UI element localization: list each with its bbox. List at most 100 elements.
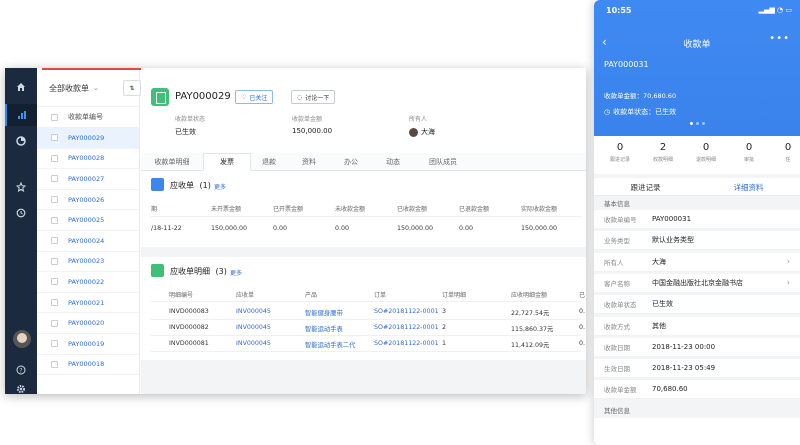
column-header: 已: [579, 292, 586, 299]
list-item[interactable]: PAY000019: [37, 334, 139, 355]
tab-team[interactable]: 团队成员: [415, 153, 471, 171]
tab-materials[interactable]: 资料: [287, 153, 331, 171]
tab-activity[interactable]: 动态: [371, 153, 415, 171]
detail-row[interactable]: 客户名称 中国金融出版社北京金融书店 ›: [594, 273, 800, 293]
list-item-id[interactable]: PAY000028: [68, 154, 104, 162]
tab-details[interactable]: 详细资料: [697, 178, 800, 197]
detail-row[interactable]: 所有人 大海 ›: [594, 252, 800, 272]
column-header: 实际收款金额: [521, 206, 558, 213]
table-cell: 115,860.37元: [511, 326, 554, 333]
table-link[interactable]: INV000045: [236, 308, 271, 315]
receivable-more-link[interactable]: 更多: [214, 182, 226, 191]
list-item[interactable]: PAY000026: [37, 190, 139, 211]
list-item[interactable]: PAY000029: [37, 128, 139, 149]
tab-follow-records[interactable]: 跟进记录: [594, 178, 697, 196]
stat-item[interactable]: 0 跟进记录: [604, 142, 636, 163]
list-item-id[interactable]: PAY000025: [68, 216, 104, 224]
pie-chart-icon[interactable]: [5, 130, 37, 152]
detail-value: 已生效: [652, 300, 673, 309]
follow-button[interactable]: ♡ 已关注: [235, 90, 274, 104]
select-all-checkbox[interactable]: [51, 113, 58, 121]
list-item[interactable]: PAY000028: [37, 149, 139, 170]
user-avatar[interactable]: [13, 330, 31, 348]
table-link[interactable]: 智能运动手表: [305, 324, 343, 333]
list-item[interactable]: PAY000024: [37, 231, 139, 252]
column-header: 未收款金额: [335, 206, 366, 213]
list-item-id[interactable]: PAY000021: [68, 299, 104, 307]
tab-refund[interactable]: 退款: [251, 153, 287, 171]
table-cell: INVD000082: [169, 324, 209, 331]
table-link[interactable]: SO#20181122-0001: [374, 340, 439, 347]
column-header: 已退款金额: [459, 206, 490, 213]
chevron-right-icon[interactable]: ›: [787, 257, 790, 266]
row-checkbox[interactable]: [51, 175, 58, 183]
list-item[interactable]: PAY000022: [37, 272, 139, 293]
row-checkbox[interactable]: [51, 237, 58, 245]
chat-icon: ◌: [297, 93, 303, 101]
column-header: 已收款金额: [397, 206, 428, 213]
field-value-status: 已生效: [175, 128, 196, 136]
more-menu-icon[interactable]: •••: [769, 33, 790, 44]
column-header: 期: [151, 206, 158, 213]
table-link[interactable]: INV000045: [236, 324, 271, 331]
list-item-id[interactable]: PAY000020: [68, 319, 104, 327]
bar-chart-icon[interactable]: [5, 104, 37, 126]
tab-office[interactable]: 办公: [331, 153, 371, 171]
table-link[interactable]: 智能运动手表二代: [305, 340, 355, 349]
row-checkbox[interactable]: [51, 257, 58, 265]
row-checkbox[interactable]: [51, 340, 58, 348]
row-checkbox[interactable]: [51, 319, 58, 327]
list-item-id[interactable]: PAY000027: [68, 175, 104, 183]
list-item-id[interactable]: PAY000024: [68, 237, 104, 245]
list-rows: PAY000029 PAY000028 PAY000027 PAY000026 PAY0…: [37, 128, 139, 376]
list-item[interactable]: PAY000018: [37, 355, 139, 376]
column-header: 已开票金额: [273, 206, 304, 213]
row-checkbox[interactable]: [51, 134, 58, 142]
table-link[interactable]: 智能健身腰带: [305, 308, 343, 317]
discuss-button[interactable]: ◌ 讨论一下: [291, 90, 336, 104]
list-item-id[interactable]: PAY000019: [68, 340, 104, 348]
list-item-id[interactable]: PAY000029: [68, 134, 104, 142]
tab-invoice[interactable]: 发票: [203, 153, 251, 171]
detail-label: 客户名称: [604, 279, 630, 288]
list-item[interactable]: PAY000021: [37, 293, 139, 314]
list-item[interactable]: PAY000027: [37, 169, 139, 190]
sort-button[interactable]: ⇅: [123, 80, 141, 96]
list-item-id[interactable]: PAY000023: [68, 257, 104, 265]
detail-row: 收款日期 2018-11-23 00:00: [594, 337, 800, 357]
table-link[interactable]: SO#20181122-0001: [374, 308, 439, 315]
list-item-id[interactable]: PAY000026: [68, 196, 104, 204]
settings-icon[interactable]: [5, 378, 37, 394]
list-item[interactable]: PAY000025: [37, 210, 139, 231]
stat-item[interactable]: 0 审批: [733, 142, 765, 163]
status-time: 10:55: [606, 6, 632, 15]
row-checkbox[interactable]: [51, 196, 58, 204]
stat-item[interactable]: 0 退款明细: [690, 142, 722, 163]
row-checkbox[interactable]: [51, 360, 58, 368]
list-item-id[interactable]: PAY000022: [68, 278, 104, 286]
history-icon[interactable]: [5, 202, 37, 224]
detail-value: 默认业务类型: [652, 236, 694, 245]
list-filter-dropdown[interactable]: 全部收款单 ⌄ ⇅: [37, 70, 141, 107]
row-checkbox[interactable]: [51, 278, 58, 286]
home-icon[interactable]: [5, 76, 37, 98]
list-item-id[interactable]: PAY000018: [68, 360, 104, 368]
row-checkbox[interactable]: [51, 154, 58, 162]
field-value-owner: 大海: [409, 127, 435, 137]
divider: [151, 216, 581, 217]
list-item[interactable]: PAY000020: [37, 313, 139, 334]
table-cell: 0.: [579, 308, 586, 315]
row-checkbox[interactable]: [51, 216, 58, 224]
table-link[interactable]: INV000045: [236, 340, 271, 347]
list-item[interactable]: PAY000023: [37, 252, 139, 273]
receipt-icon: [151, 88, 169, 106]
stat-item[interactable]: 0任: [772, 142, 800, 163]
chevron-right-icon[interactable]: ›: [787, 278, 790, 287]
row-checkbox[interactable]: [51, 299, 58, 307]
star-icon[interactable]: [5, 176, 37, 198]
tab-receipt-detail[interactable]: 收款单明细: [141, 153, 203, 171]
stat-item[interactable]: 2 收款明细: [647, 142, 679, 163]
receivable-detail-more-link[interactable]: 更多: [230, 268, 242, 277]
table-link[interactable]: SO#20181122-0001: [374, 324, 439, 331]
detail-label: 收款方式: [604, 322, 630, 331]
